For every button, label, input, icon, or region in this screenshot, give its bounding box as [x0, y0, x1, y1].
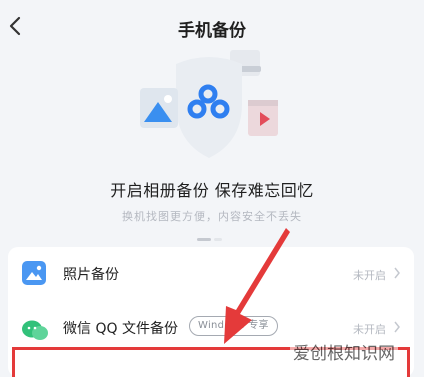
photo-backup-status: 未开启 [353, 269, 386, 282]
indicator-dot-active [197, 238, 211, 241]
chevron-right-icon [394, 267, 400, 279]
backup-hero-illustration [140, 50, 278, 158]
watermark: 爱创根知识网 [290, 339, 398, 364]
wechat-qq-icon [22, 320, 48, 340]
backup-tagline: 开启相册备份 保存难忘回忆 [110, 181, 314, 200]
photo-backup-label: 照片备份 [63, 267, 119, 283]
pointer-arrow-icon [224, 228, 290, 344]
page-title: 手机备份 [178, 21, 246, 41]
chevron-right-icon [394, 321, 400, 333]
header: 手机备份 [0, 0, 424, 54]
wechat-qq-backup-label: 微信 QQ 文件备份 [63, 321, 178, 337]
photo-icon [22, 261, 46, 285]
wechat-qq-backup-status: 未开启 [353, 323, 386, 336]
